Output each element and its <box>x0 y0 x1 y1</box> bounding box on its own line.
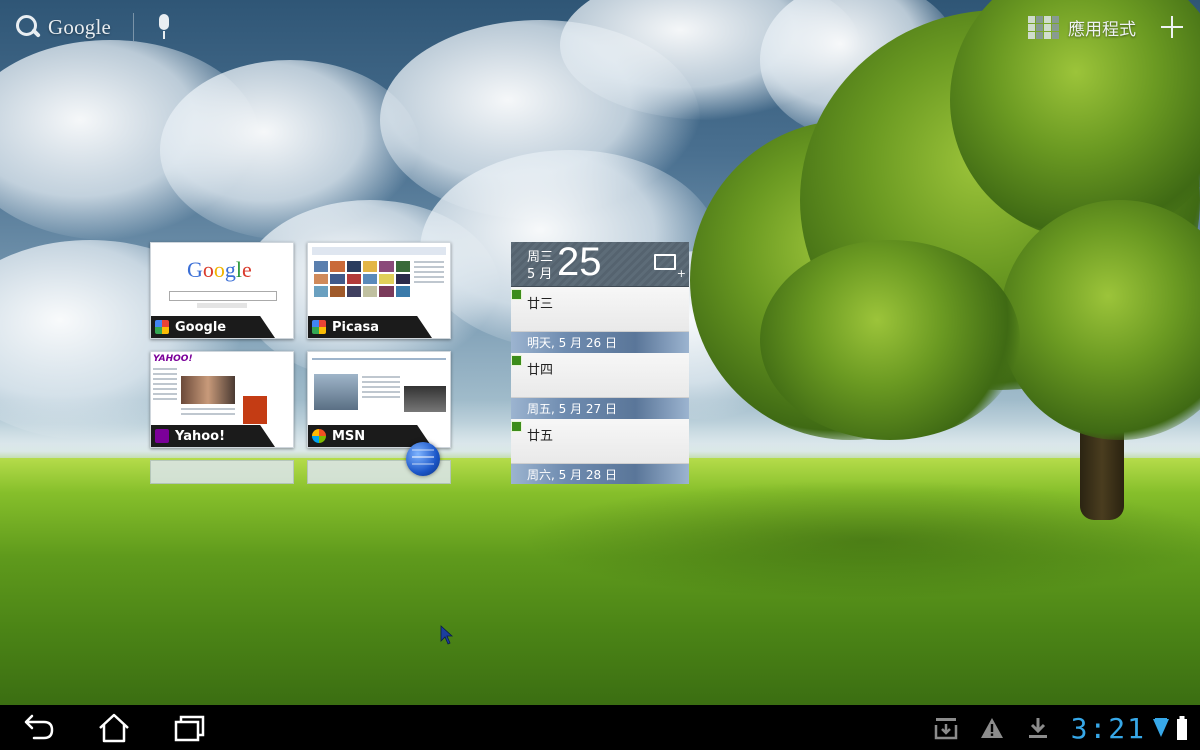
divider <box>133 13 135 41</box>
calendar-event-text: 廿三 <box>527 297 554 312</box>
bookmark-picasa[interactable]: Picasa <box>307 242 451 339</box>
calendar-event-dot <box>511 289 522 300</box>
microphone-icon[interactable] <box>154 12 174 42</box>
calendar-month: 5 月 <box>527 267 553 282</box>
bookmark-yahoo[interactable]: YAHOO! Yahoo! <box>150 351 294 448</box>
wifi-signal-icon[interactable] <box>1152 716 1170 740</box>
add-widget-icon[interactable] <box>1160 15 1184 39</box>
add-event-icon[interactable] <box>654 254 686 280</box>
calendar-event-text: 廿五 <box>527 429 554 444</box>
bookmark-title: Google <box>175 319 227 335</box>
bookmarks-widget: Google Google Picasa YAHOO! Yahoo! MSN <box>150 242 451 484</box>
battery-icon[interactable] <box>1176 715 1188 741</box>
clock[interactable]: 3:21 <box>1071 712 1146 745</box>
status-area[interactable]: 3:21 <box>933 712 1188 745</box>
home-icon[interactable] <box>94 712 134 744</box>
calendar-date-separator: 周五, 5 月 27 日 <box>511 398 689 419</box>
calendar-date-text: 周五, 5 月 27 日 <box>527 402 617 416</box>
bookmark-title: Picasa <box>332 319 379 335</box>
calendar-date-text: 周六, 5 月 28 日 <box>527 468 617 482</box>
google-search-bar[interactable]: Google <box>14 10 174 44</box>
calendar-event-dot <box>511 355 522 366</box>
calendar-header: 周三 5 月 25 <box>511 242 689 287</box>
apps-grid-icon[interactable] <box>1028 16 1059 39</box>
calendar-event[interactable]: 廿三 <box>511 287 689 332</box>
calendar-date-separator: 明天, 5 月 26 日 <box>511 332 689 353</box>
mouse-cursor-icon <box>440 625 454 645</box>
bookmark-label-bar: Picasa <box>308 316 432 338</box>
apps-label[interactable]: 應用程式 <box>1068 15 1136 40</box>
bookmark-partial[interactable] <box>150 460 294 484</box>
yahoo-icon <box>155 429 169 443</box>
picasa-icon <box>312 320 326 334</box>
google-search-label[interactable]: Google <box>48 15 111 40</box>
google-icon <box>155 320 169 334</box>
bookmark-label-bar: Google <box>151 316 275 338</box>
bookmark-title: MSN <box>332 428 366 444</box>
bookmark-title: Yahoo! <box>175 428 226 444</box>
search-icon[interactable] <box>14 13 42 41</box>
browser-globe-icon[interactable] <box>406 442 440 476</box>
calendar-widget[interactable]: 周三 5 月 25 廿三 明天, 5 月 26 日 廿四 周五, 5 月 27 … <box>511 242 689 484</box>
apps-launcher[interactable]: 應用程式 <box>1028 10 1184 44</box>
calendar-event[interactable]: 廿四 <box>511 353 689 398</box>
bookmark-msn[interactable]: MSN <box>307 351 451 448</box>
calendar-date-text: 明天, 5 月 26 日 <box>527 336 617 350</box>
calendar-date-separator: 周六, 5 月 28 日 <box>511 464 689 484</box>
system-bar: 3:21 <box>0 705 1200 750</box>
download-icon[interactable] <box>1025 715 1051 741</box>
recent-apps-icon[interactable] <box>170 712 210 744</box>
calendar-event[interactable]: 廿五 <box>511 419 689 464</box>
calendar-event-dot <box>511 421 522 432</box>
calendar-event-text: 廿四 <box>527 363 554 378</box>
bookmark-google[interactable]: Google Google <box>150 242 294 339</box>
warning-icon[interactable] <box>979 715 1005 741</box>
usb-storage-icon[interactable] <box>933 715 959 741</box>
calendar-day: 25 <box>557 242 602 284</box>
msn-icon <box>312 429 326 443</box>
bookmark-label-bar: Yahoo! <box>151 425 275 447</box>
back-icon[interactable] <box>20 712 60 744</box>
